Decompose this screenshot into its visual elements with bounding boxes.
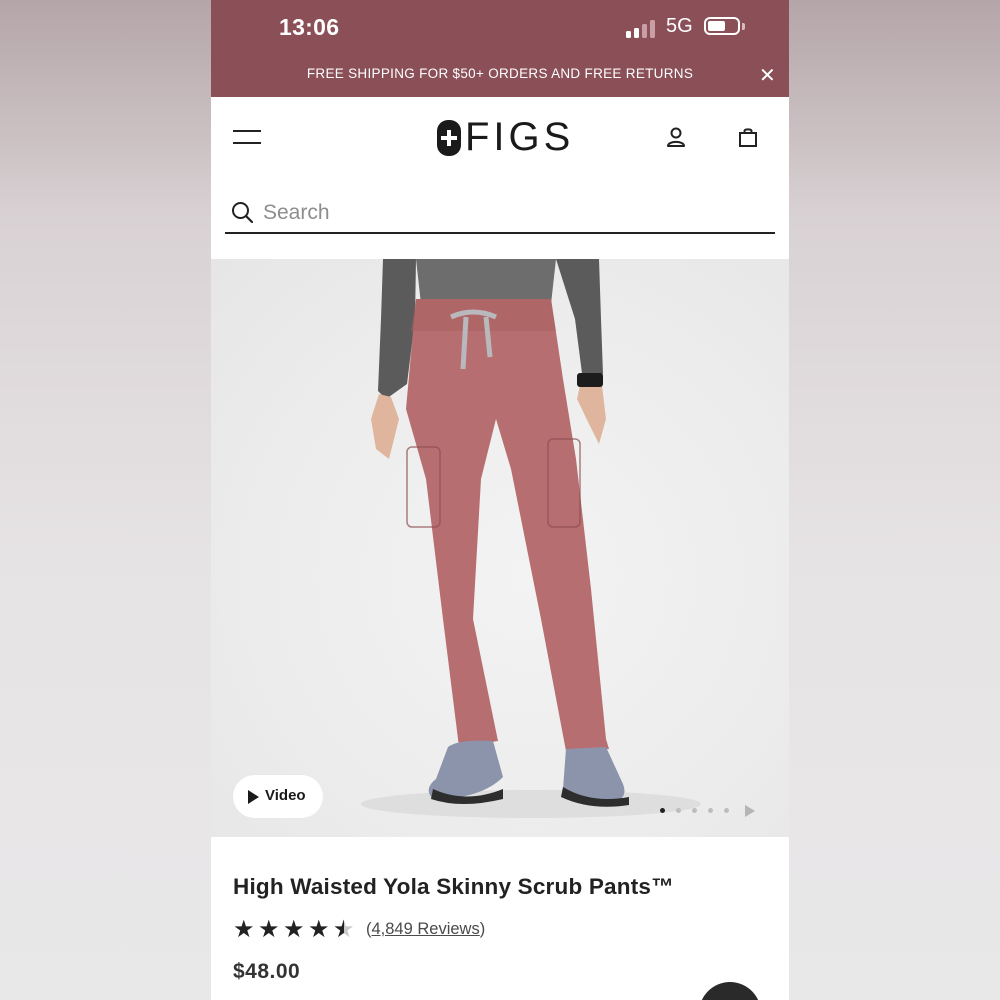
reviews-paren-close: ) — [479, 920, 486, 938]
chat-button[interactable] — [699, 982, 761, 1000]
search-input[interactable] — [261, 197, 765, 229]
gallery-dot[interactable] — [724, 808, 729, 813]
account-icon[interactable] — [665, 126, 687, 148]
play-icon — [248, 790, 259, 804]
star-full-icon: ★ — [258, 915, 280, 943]
status-time: 13:06 — [279, 14, 340, 40]
search-bar[interactable] — [225, 195, 775, 234]
figs-cross-icon — [437, 120, 461, 156]
gallery-dot[interactable] — [708, 808, 713, 813]
next-slide-arrow-icon[interactable] — [745, 805, 755, 817]
star-half-icon: ★★ — [333, 915, 355, 943]
logo-text: FIGS — [465, 115, 575, 159]
video-button[interactable]: Video — [233, 775, 323, 818]
gallery-dot[interactable] — [676, 808, 681, 813]
signal-icon — [626, 18, 660, 38]
promo-banner: 13:06 5G FREE SHIPPING FOR $50+ ORDERS A… — [211, 0, 789, 97]
battery-level — [708, 21, 725, 31]
product-image[interactable]: Video — [211, 259, 789, 837]
close-icon[interactable]: ✕ — [759, 65, 776, 85]
product-price: $48.00 — [233, 960, 301, 983]
star-full-icon: ★ — [283, 915, 305, 943]
star-full-icon: ★ — [233, 915, 255, 943]
promo-text: FREE SHIPPING FOR $50+ ORDERS AND FREE R… — [306, 66, 694, 81]
search-icon — [232, 202, 253, 223]
gallery-dot[interactable] — [692, 808, 697, 813]
phone-screen: 13:06 5G FREE SHIPPING FOR $50+ ORDERS A… — [211, 0, 789, 1000]
battery-tip — [742, 23, 745, 30]
menu-icon[interactable] — [233, 130, 261, 146]
video-label: Video — [265, 787, 306, 804]
reviews-link[interactable]: (4,849 Reviews) — [366, 920, 485, 939]
battery-icon — [704, 17, 740, 35]
shopping-bag-icon[interactable] — [737, 126, 759, 148]
product-title: High Waisted Yola Skinny Scrub Pants™ — [233, 874, 674, 899]
network-label: 5G — [666, 15, 693, 37]
star-full-icon: ★ — [308, 915, 330, 943]
review-count: 4,849 Reviews — [371, 920, 480, 938]
product-photo-illustration — [361, 259, 701, 818]
gallery-dot[interactable] — [660, 808, 665, 813]
